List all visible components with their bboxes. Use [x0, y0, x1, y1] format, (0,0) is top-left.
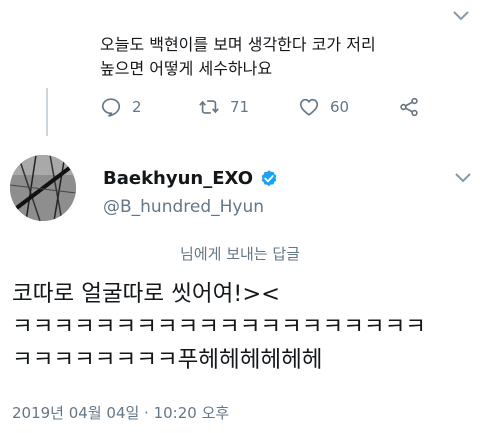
display-name[interactable]: Baekhyun_EXO	[103, 168, 253, 189]
author-name-row[interactable]: Baekhyun_EXO	[103, 168, 279, 189]
thread-connector-line	[46, 88, 48, 136]
reply-icon	[101, 98, 121, 117]
previous-tweet-line-2: 높으면 어떻게 세수하나요	[100, 59, 273, 78]
chevron-down-icon[interactable]	[454, 172, 472, 184]
reply-count: 2	[132, 98, 142, 116]
previous-tweet-line-1: 오늘도 백현이를 보며 생각한다 코가 저리	[100, 35, 376, 54]
reply-tweet-line-2: ㅋㅋㅋㅋㅋㅋㅋㅋㅋㅋㅋㅋㅋㅋㅋㅋㅋㅋㅋㅋ	[12, 314, 427, 340]
heart-icon	[299, 98, 319, 116]
author-handle[interactable]: @B_hundred_Hyun	[103, 197, 264, 217]
avatar[interactable]	[10, 155, 76, 221]
like-button[interactable]: 60	[298, 96, 349, 118]
tweet-timestamp[interactable]: 2019년 04월 04일 · 10:20 오후	[12, 402, 229, 423]
chevron-down-icon[interactable]	[452, 10, 470, 22]
like-count: 60	[330, 98, 350, 116]
retweet-button[interactable]: 71	[198, 96, 249, 118]
replying-to-label: 님에게 보내는 답글	[180, 245, 300, 263]
retweet-icon	[199, 100, 219, 114]
avatar-image	[10, 155, 76, 221]
retweet-count: 71	[230, 98, 250, 116]
verified-badge-icon	[261, 169, 277, 186]
share-button[interactable]	[398, 96, 420, 118]
reply-button[interactable]: 2	[100, 96, 142, 118]
share-icon	[400, 97, 418, 117]
reply-tweet-line-1: 코따로 얼굴따로 씻어여!><	[12, 281, 281, 307]
reply-tweet-text: 코따로 얼굴따로 씻어여!>< ㅋㅋㅋㅋㅋㅋㅋㅋㅋㅋㅋㅋㅋㅋㅋㅋㅋㅋㅋㅋ ㅋㅋㅋ…	[12, 278, 474, 377]
previous-tweet-text: 오늘도 백현이를 보며 생각한다 코가 저리 높으면 어떻게 세수하나요	[100, 33, 430, 81]
previous-tweet-actions: 2 71 60	[100, 96, 430, 128]
reply-tweet-line-3: ㅋㅋㅋㅋㅋㅋㅋㅋ푸헤헤헤헤헤헤	[12, 347, 323, 373]
